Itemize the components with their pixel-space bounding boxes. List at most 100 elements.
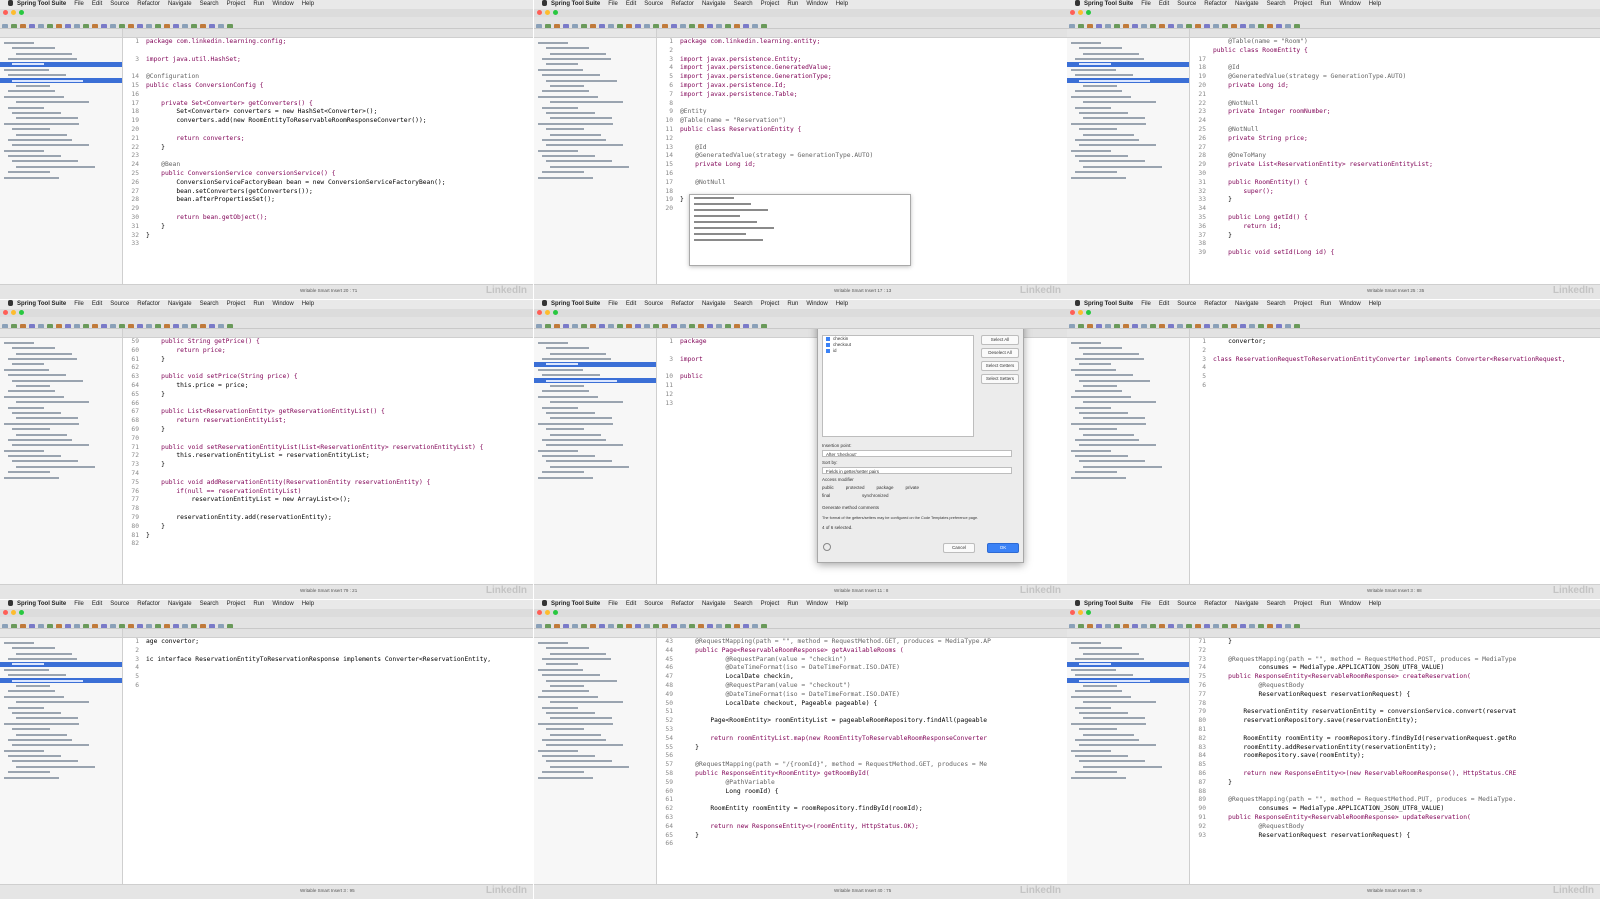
- code-line[interactable]: 20: [123, 126, 533, 135]
- code-line[interactable]: 66: [123, 400, 533, 409]
- apple-icon[interactable]: [542, 600, 547, 607]
- code-line[interactable]: 50 LocalDate checkout, Pageable pageable…: [657, 700, 1067, 709]
- minimize-button[interactable]: [11, 10, 16, 16]
- code-line[interactable]: 25 @NotNull: [1190, 126, 1600, 135]
- code-line[interactable]: 57 @RequestMapping(path = "/{roomId}", m…: [657, 761, 1067, 770]
- synchronized-checkbox[interactable]: synchronized: [858, 493, 889, 499]
- code-line[interactable]: 74: [123, 470, 533, 479]
- code-line[interactable]: 90 consumes = MediaType.APPLICATION_JSON…: [1190, 805, 1600, 814]
- zoom-button[interactable]: [553, 610, 558, 616]
- code-line[interactable]: 4 import javax.persistence.GeneratedValue…: [657, 64, 1067, 73]
- code-line[interactable]: 37 }: [1190, 232, 1600, 241]
- app-name[interactable]: Spring Tool Suite: [17, 1, 66, 7]
- code-line[interactable]: public class RoomEntity {: [1190, 47, 1600, 56]
- code-line[interactable]: 18 @Id: [1190, 64, 1600, 73]
- menu-item-navigate[interactable]: Navigate: [1235, 1, 1259, 7]
- menu-item-edit[interactable]: Edit: [626, 301, 636, 307]
- menu-item-refactor[interactable]: Refactor: [137, 301, 160, 307]
- code-line[interactable]: 4: [1190, 364, 1600, 373]
- app-name[interactable]: Spring Tool Suite: [551, 301, 600, 307]
- menu-item-refactor[interactable]: Refactor: [137, 601, 160, 607]
- code-line[interactable]: 59 @PathVariable: [657, 779, 1067, 788]
- apple-icon[interactable]: [542, 300, 547, 307]
- zoom-button[interactable]: [1086, 610, 1091, 616]
- menu-item-help[interactable]: Help: [302, 601, 314, 607]
- menu-item-navigate[interactable]: Navigate: [168, 301, 192, 307]
- code-line[interactable]: 8: [657, 100, 1067, 109]
- code-line[interactable]: 20 private Long id;: [1190, 82, 1600, 91]
- menu-item-window[interactable]: Window: [272, 601, 293, 607]
- apple-icon[interactable]: [1075, 300, 1080, 307]
- tree-node[interactable]: [0, 775, 122, 780]
- code-line[interactable]: 16: [657, 170, 1067, 179]
- menu-item-edit[interactable]: Edit: [92, 601, 102, 607]
- menu-item-run[interactable]: Run: [1320, 301, 1331, 307]
- code-line[interactable]: 79 reservationEntity.add(reservationEnti…: [123, 514, 533, 523]
- menu-item-search[interactable]: Search: [1267, 301, 1286, 307]
- code-line[interactable]: 92 @RequestBody: [1190, 823, 1600, 832]
- minimize-button[interactable]: [1078, 10, 1083, 16]
- code-line[interactable]: 30 return bean.getObject();: [123, 214, 533, 223]
- code-line[interactable]: 38: [1190, 240, 1600, 249]
- code-line[interactable]: 5: [123, 673, 533, 682]
- minimize-button[interactable]: [11, 310, 16, 316]
- menu-item-help[interactable]: Help: [836, 601, 848, 607]
- app-name[interactable]: Spring Tool Suite: [551, 1, 600, 7]
- menu-item-file[interactable]: File: [608, 301, 618, 307]
- close-button[interactable]: [537, 10, 542, 16]
- code-line[interactable]: 71 }: [1190, 638, 1600, 647]
- code-line[interactable]: 81: [1190, 726, 1600, 735]
- code-line[interactable]: 6 import javax.persistence.Id;: [657, 82, 1067, 91]
- code-line[interactable]: 3 class ReservationRequestToReservationEn…: [1190, 356, 1600, 365]
- ok-button[interactable]: OK: [987, 543, 1019, 553]
- code-line[interactable]: 73 @RequestMapping(path = "", method = R…: [1190, 656, 1600, 665]
- menu-item-project[interactable]: Project: [761, 601, 780, 607]
- code-line[interactable]: 43 @RequestMapping(path = "", method = R…: [657, 638, 1067, 647]
- menu-item-edit[interactable]: Edit: [1159, 1, 1169, 7]
- code-line[interactable]: 63 public void setPrice(String price) {: [123, 373, 533, 382]
- code-line[interactable]: 78: [1190, 700, 1600, 709]
- zoom-button[interactable]: [553, 10, 558, 16]
- code-line[interactable]: 65 }: [657, 832, 1067, 841]
- code-line[interactable]: 23: [123, 152, 533, 161]
- menu-item-project[interactable]: Project: [227, 601, 246, 607]
- tree-node[interactable]: [0, 175, 122, 180]
- generate-comments-checkbox[interactable]: Generate method comments: [818, 505, 879, 511]
- code-line[interactable]: 6: [123, 682, 533, 691]
- code-line[interactable]: 81}: [123, 532, 533, 541]
- menu-item-window[interactable]: Window: [806, 601, 827, 607]
- code-line[interactable]: 82: [123, 540, 533, 549]
- menu-item-project[interactable]: Project: [1294, 601, 1313, 607]
- code-line[interactable]: 48 @RequestParam(value = "checkout"): [657, 682, 1067, 691]
- menu-item-search[interactable]: Search: [734, 301, 753, 307]
- menu-item-edit[interactable]: Edit: [626, 601, 636, 607]
- menu-item-file[interactable]: File: [74, 301, 84, 307]
- zoom-button[interactable]: [1086, 10, 1091, 16]
- menu-item-run[interactable]: Run: [787, 601, 798, 607]
- code-line[interactable]: 27 bean.setConverters(getConverters());: [123, 188, 533, 197]
- menu-item-project[interactable]: Project: [761, 301, 780, 307]
- menu-item-project[interactable]: Project: [761, 1, 780, 7]
- menu-item-navigate[interactable]: Navigate: [702, 601, 726, 607]
- tree-node[interactable]: [534, 475, 656, 480]
- code-line[interactable]: 24 @Bean: [123, 161, 533, 170]
- code-line[interactable]: 32 super();: [1190, 188, 1600, 197]
- code-line[interactable]: 10 @Table(name = "Reservation"): [657, 117, 1067, 126]
- menu-item-navigate[interactable]: Navigate: [702, 1, 726, 7]
- code-line[interactable]: 77 ReservationRequest reservationRequest…: [1190, 691, 1600, 700]
- code-line[interactable]: [123, 64, 533, 73]
- code-line[interactable]: 93 ReservationRequest reservationRequest…: [1190, 832, 1600, 841]
- code-line[interactable]: 31 public RoomEntity() {: [1190, 179, 1600, 188]
- code-line[interactable]: 26 private String price;: [1190, 135, 1600, 144]
- code-line[interactable]: 69 }: [123, 426, 533, 435]
- menu-item-edit[interactable]: Edit: [92, 301, 102, 307]
- code-line[interactable]: 64 this.price = price;: [123, 382, 533, 391]
- code-line[interactable]: 13 @Id: [657, 144, 1067, 153]
- menu-item-help[interactable]: Help: [1369, 1, 1381, 7]
- menu-item-help[interactable]: Help: [836, 301, 848, 307]
- code-line[interactable]: 62: [123, 364, 533, 373]
- minimize-button[interactable]: [11, 610, 16, 616]
- code-line[interactable]: 14 @Configuration: [123, 73, 533, 82]
- menu-item-refactor[interactable]: Refactor: [671, 301, 694, 307]
- access-radio-private[interactable]: private: [906, 485, 920, 490]
